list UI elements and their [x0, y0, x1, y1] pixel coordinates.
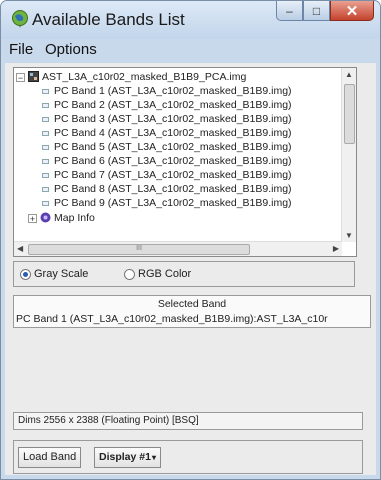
menu-bar: File Options: [1, 39, 380, 61]
available-bands-window: Available Bands List – □ ✕ File Options …: [0, 0, 381, 480]
band-label: PC Band 7 (AST_L3A_c10r02_masked_B1B9.im…: [54, 169, 292, 181]
title-bar[interactable]: Available Bands List – □ ✕: [1, 1, 380, 39]
collapse-icon[interactable]: −: [16, 73, 25, 83]
band-label: PC Band 1 (AST_L3A_c10r02_masked_B1B9.im…: [54, 85, 292, 97]
root-file-label: AST_L3A_c10r02_masked_B1B9_PCA.img: [42, 71, 247, 83]
scroll-left-icon[interactable]: ◀: [17, 244, 23, 253]
band-label: PC Band 8 (AST_L3A_c10r02_masked_B1B9.im…: [54, 183, 292, 195]
band-label: PC Band 3 (AST_L3A_c10r02_masked_B1B9.im…: [54, 113, 292, 125]
map-info-icon: [40, 212, 51, 223]
tree-vertical-scrollbar[interactable]: ▲ ▼: [341, 68, 356, 242]
rgb-color-radio[interactable]: [124, 269, 135, 280]
band-icon: [42, 89, 49, 94]
band-label: PC Band 5 (AST_L3A_c10r02_masked_B1B9.im…: [54, 141, 292, 153]
client-area: − AST_L3A_c10r02_masked_B1B9_PCA.img PC …: [5, 63, 376, 475]
band-tree[interactable]: − AST_L3A_c10r02_masked_B1B9_PCA.img PC …: [13, 67, 357, 257]
gray-scale-radio[interactable]: [20, 269, 31, 280]
map-info-label: Map Info: [54, 212, 95, 224]
dims-info: Dims 2556 x 2388 (Floating Point) [BSQ]: [13, 412, 363, 430]
band-label: PC Band 6 (AST_L3A_c10r02_masked_B1B9.im…: [54, 155, 292, 167]
gray-scale-label[interactable]: Gray Scale: [34, 268, 88, 280]
vertical-scroll-thumb[interactable]: [344, 84, 355, 144]
expand-icon[interactable]: +: [28, 214, 37, 224]
menu-options[interactable]: Options: [45, 41, 97, 58]
window-title: Available Bands List: [32, 10, 185, 29]
band-icon: [42, 159, 49, 164]
band-label: PC Band 9 (AST_L3A_c10r02_masked_B1B9.im…: [54, 197, 292, 209]
horizontal-scroll-thumb[interactable]: III: [28, 244, 250, 255]
band-icon: [42, 131, 49, 136]
band-icon: [42, 173, 49, 178]
menu-file[interactable]: File: [9, 41, 33, 58]
action-bar: Load Band Display #1▾: [13, 440, 363, 474]
band-icon: [42, 117, 49, 122]
band-icon: [42, 145, 49, 150]
band-label: PC Band 4 (AST_L3A_c10r02_masked_B1B9.im…: [54, 127, 292, 139]
minimize-button[interactable]: –: [276, 1, 303, 21]
selected-band-panel: Selected Band PC Band 1 (AST_L3A_c10r02_…: [13, 295, 371, 328]
dropdown-arrow-icon: ▾: [151, 453, 156, 462]
band-icon: [42, 201, 49, 206]
window-controls: – □ ✕: [276, 1, 374, 23]
globe-app-icon: [12, 10, 28, 28]
image-file-icon: [28, 71, 39, 82]
color-mode-group: Gray Scale RGB Color: [13, 261, 355, 287]
maximize-button[interactable]: □: [303, 1, 330, 21]
band-label: PC Band 2 (AST_L3A_c10r02_masked_B1B9.im…: [54, 99, 292, 111]
scroll-down-icon[interactable]: ▼: [345, 231, 353, 240]
scroll-up-icon[interactable]: ▲: [345, 70, 353, 79]
tree-horizontal-scrollbar[interactable]: ◀ III ▶: [14, 241, 342, 256]
selected-band-title: Selected Band: [157, 298, 227, 310]
tree-content: − AST_L3A_c10r02_masked_B1B9_PCA.img PC …: [14, 68, 342, 242]
band-icon: [42, 103, 49, 108]
band-icon: [42, 187, 49, 192]
rgb-color-label[interactable]: RGB Color: [138, 268, 191, 280]
close-button[interactable]: ✕: [330, 1, 374, 21]
display-label: Display #1: [99, 451, 151, 463]
load-band-button[interactable]: Load Band: [18, 447, 82, 468]
scroll-right-icon[interactable]: ▶: [333, 244, 339, 253]
display-dropdown-button[interactable]: Display #1▾: [94, 447, 161, 468]
selected-band-value: PC Band 1 (AST_L3A_c10r02_masked_B1B9.im…: [16, 313, 328, 325]
